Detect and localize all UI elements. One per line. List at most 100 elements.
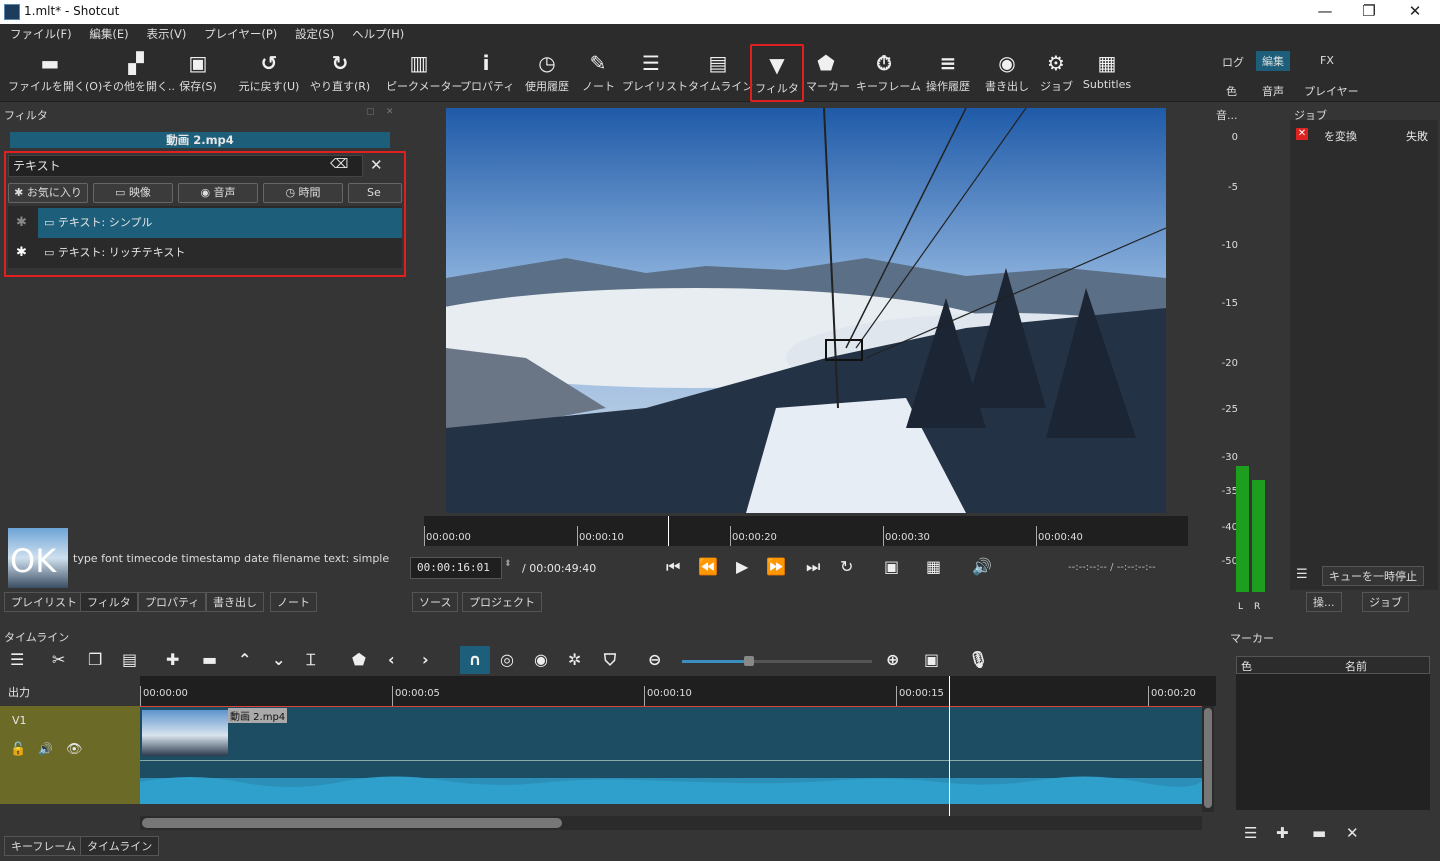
filter-button[interactable]: ▼ フィルタ	[750, 44, 804, 102]
ops-history-button[interactable]: ≡ 操作履歴	[922, 48, 974, 100]
prev-marker-icon[interactable]: ‹	[388, 650, 395, 669]
video-filter-button[interactable]: ▭ 映像	[93, 183, 173, 203]
subtitles-button[interactable]: ▦ Subtitles	[1082, 48, 1132, 100]
layout-edit[interactable]: 編集	[1256, 51, 1290, 71]
filter-search-input[interactable]: テキスト	[8, 155, 363, 177]
copy-icon[interactable]: ❐	[88, 650, 102, 669]
history-button[interactable]: ◷ 使用履歴	[520, 48, 574, 100]
marker-button[interactable]: ⬟ マーカー	[806, 48, 850, 100]
pause-queue-button[interactable]: キューを一時停止	[1322, 566, 1424, 586]
timeline-button[interactable]: ▤ タイムライン	[688, 48, 753, 100]
play-icon[interactable]: ▶	[736, 557, 748, 576]
remove-icon[interactable]: ▬	[202, 650, 217, 669]
redo-button[interactable]: ↻ やり直す(R)	[310, 48, 370, 100]
open-file-button[interactable]: ▬ ファイルを開く(O)	[8, 48, 102, 100]
save-button[interactable]: ▣ 保存(S)	[176, 48, 220, 100]
zoom-out-icon[interactable]: ⊖	[648, 650, 661, 669]
close-panel-icon[interactable]: ✕	[386, 107, 394, 117]
layout-log[interactable]: ログ	[1216, 52, 1250, 72]
undo-button[interactable]: ↺ 元に戻す(U)	[238, 48, 300, 100]
zoom-fit-icon[interactable]: ▣	[924, 650, 939, 669]
zoom-slider-handle[interactable]	[744, 656, 754, 666]
track-header-v1[interactable]: V1 🔓 🔊 👁	[0, 706, 140, 804]
menu-view[interactable]: 表示(V)	[147, 24, 187, 44]
add-marker-icon[interactable]: ✚	[1276, 824, 1289, 842]
marker-menu-icon[interactable]: ☰	[1244, 824, 1257, 842]
marker-col-color[interactable]: 色	[1241, 658, 1252, 674]
menu-file[interactable]: ファイル(F)	[10, 24, 72, 44]
tab-source[interactable]: ソース	[412, 592, 459, 612]
menu-settings[interactable]: 設定(S)	[295, 24, 334, 44]
float-icon[interactable]: ▢	[366, 107, 375, 117]
scrub-icon[interactable]: ◎	[500, 650, 514, 669]
cut-icon[interactable]: ✂	[52, 650, 65, 669]
paste-icon[interactable]: ▤	[122, 650, 137, 669]
player-ruler[interactable]: 00:00:00 00:00:10 00:00:20 00:00:30 00:0…	[424, 516, 1188, 546]
mute-icon[interactable]: 🔊	[38, 742, 53, 756]
close-button[interactable]: ✕	[1392, 0, 1438, 24]
volume-icon[interactable]: 🔊	[972, 557, 992, 576]
timeline-ruler[interactable]: 00:00:00 00:00:05 00:00:10 00:00:15 00:0…	[140, 676, 1216, 706]
jobs-menu-icon[interactable]: ☰	[1296, 567, 1308, 582]
open-other-button[interactable]: ▞ その他を開く..	[102, 48, 175, 100]
notes-button[interactable]: ✎ ノート	[582, 48, 615, 100]
append-icon[interactable]: ✚	[166, 650, 179, 669]
rewind-icon[interactable]: ⏪	[698, 557, 718, 576]
timecode-spinner[interactable]: ⬍	[504, 559, 512, 569]
menu-help[interactable]: ヘルプ(H)	[352, 24, 404, 44]
job-name[interactable]: を変換	[1324, 128, 1357, 144]
skip-start-icon[interactable]: ⏮	[666, 557, 680, 577]
close-search-icon[interactable]: ✕	[370, 156, 383, 174]
eye-icon[interactable]: 👁	[66, 742, 83, 757]
jobs-tab[interactable]: ジョブ	[1362, 592, 1409, 612]
fast-forward-icon[interactable]: ⏩	[766, 557, 786, 576]
loop-icon[interactable]: ↻	[840, 557, 853, 576]
minimize-button[interactable]: —	[1302, 0, 1348, 24]
lift-icon[interactable]: ⌃	[238, 650, 251, 669]
marker-col-name[interactable]: 名前	[1345, 658, 1367, 674]
properties-button[interactable]: ⅰ プロパティ	[460, 48, 514, 100]
grid-icon[interactable]: ▦	[926, 557, 941, 576]
timeline-playhead[interactable]	[949, 676, 950, 816]
playlist-button[interactable]: ☰ プレイリスト	[622, 48, 688, 100]
tab-properties[interactable]: プロパティ	[138, 592, 207, 612]
menu-player[interactable]: プレイヤー(P)	[204, 24, 277, 44]
favorite-star-icon[interactable]: ✱	[16, 208, 27, 238]
export-button[interactable]: ◉ 書き出し	[984, 48, 1030, 100]
tab-keyframes[interactable]: キーフレーム	[4, 836, 84, 856]
menu-edit[interactable]: 編集(E)	[89, 24, 128, 44]
snap-icon[interactable]: ∩	[460, 646, 490, 674]
ripple-all-icon[interactable]: ✲	[568, 650, 581, 669]
clear-markers-icon[interactable]: ✕	[1346, 824, 1359, 842]
ripple-icon[interactable]: ◉	[534, 650, 548, 669]
clear-search-icon[interactable]: ⌫	[330, 157, 348, 172]
timeline-hscroll[interactable]	[140, 816, 1202, 830]
split-icon[interactable]: ⌶	[306, 650, 316, 670]
timeline-vscroll[interactable]	[1202, 706, 1214, 812]
layout-audio[interactable]: 音声	[1256, 81, 1290, 101]
timeline-clip[interactable]: 動画 2.mp4	[140, 706, 1202, 804]
lock-icon[interactable]: 🔓	[10, 742, 26, 757]
favorites-button[interactable]: ✱ お気に入り	[8, 183, 88, 203]
timecode-field[interactable]: 00:00:16:01	[410, 557, 502, 579]
tab-playlist[interactable]: プレイリスト	[4, 592, 84, 612]
layout-fx[interactable]: FX	[1314, 52, 1340, 69]
time-filter-button[interactable]: ◷ 時間	[263, 183, 343, 203]
tab-export[interactable]: 書き出し	[206, 592, 264, 612]
tab-timeline[interactable]: タイムライン	[80, 836, 160, 856]
zoom-fit-icon[interactable]: ▣	[884, 557, 899, 576]
zoom-slider[interactable]	[682, 656, 872, 666]
skip-end-icon[interactable]: ⏭	[806, 557, 820, 577]
filter-item-rich-text[interactable]: ✱ ▭ テキスト: リッチテキスト	[8, 238, 402, 268]
tab-filter[interactable]: フィルタ	[80, 592, 138, 612]
remove-marker-icon[interactable]: ▬	[1312, 824, 1326, 842]
record-audio-icon[interactable]: 🎙	[968, 650, 988, 669]
keyframe-button[interactable]: ⏱ キーフレーム	[856, 48, 921, 100]
sets-filter-button[interactable]: Se	[348, 183, 402, 203]
layout-color[interactable]: 色	[1220, 81, 1243, 101]
video-preview[interactable]	[446, 108, 1166, 513]
player-playhead[interactable]	[668, 516, 669, 546]
zoom-in-icon[interactable]: ⊕	[886, 650, 899, 669]
tab-notes[interactable]: ノート	[270, 592, 317, 612]
overwrite-icon[interactable]: ⌄	[272, 650, 285, 669]
